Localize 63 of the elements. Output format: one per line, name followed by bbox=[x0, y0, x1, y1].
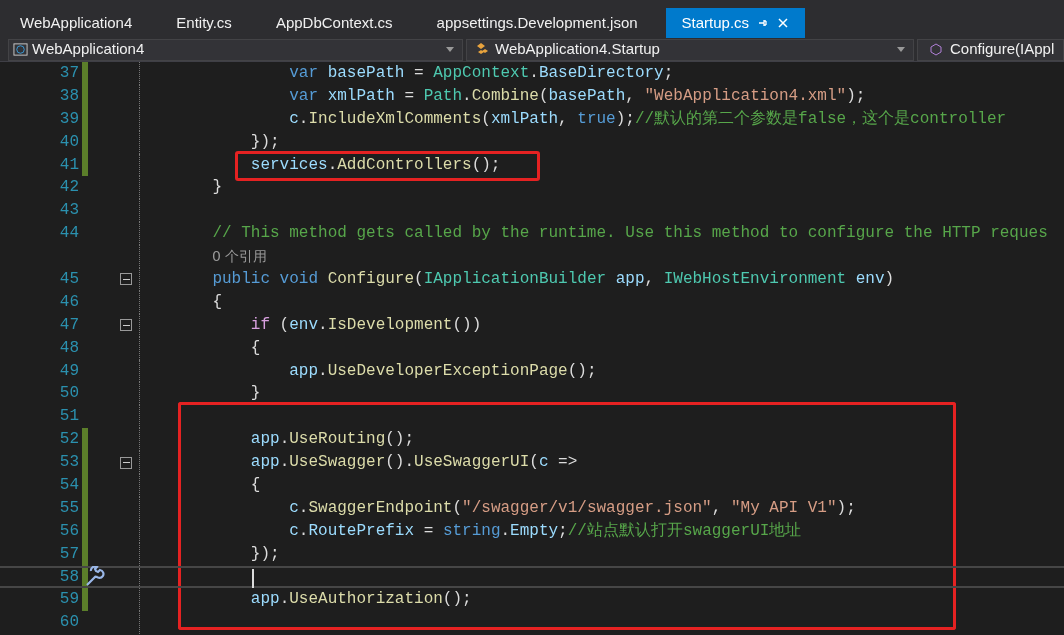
line-number: 52 bbox=[59, 429, 79, 451]
close-icon[interactable] bbox=[777, 17, 790, 29]
file-tab[interactable]: Entity.cs bbox=[160, 8, 248, 38]
line-number: 56 bbox=[59, 520, 79, 542]
code-line: app.UseRouting(); bbox=[249, 430, 415, 449]
code-line: { bbox=[249, 476, 261, 495]
code-line: public void Configure(IApplicationBuilder app, IWebHostEnvironment env) bbox=[211, 270, 895, 288]
line-number: 60 bbox=[59, 612, 79, 634]
line-number: 37 bbox=[59, 63, 79, 84]
code-line: var xmlPath = Path.Combine(basePath, "WebApplication4.xml"); bbox=[288, 86, 866, 105]
line-number: 51 bbox=[59, 406, 79, 428]
line-number: 50 bbox=[59, 383, 79, 405]
collapse-toggle[interactable] bbox=[120, 456, 132, 469]
line-number: 43 bbox=[59, 200, 79, 222]
line-number: 42 bbox=[59, 177, 79, 199]
code-line: } bbox=[249, 384, 261, 403]
member-dropdown[interactable]: Configure(IAppl bbox=[917, 38, 1064, 61]
line-number: 46 bbox=[59, 291, 79, 313]
line-number: 55 bbox=[59, 497, 79, 519]
wrench-icon[interactable] bbox=[84, 565, 106, 588]
reference-count[interactable]: 0 个引用 bbox=[174, 248, 268, 265]
code-line: // This method gets called by the runtime. Use this method to configure the HTTP reques bbox=[211, 224, 1048, 243]
code-line: { bbox=[211, 292, 222, 311]
line-number: 59 bbox=[59, 589, 79, 611]
dropdown-caret-icon bbox=[446, 47, 454, 52]
code-line: c.IncludeXmlComments(xmlPath, true);//默认的第二个参数是false，这个是controller bbox=[288, 109, 1007, 128]
globe-icon bbox=[13, 42, 28, 57]
project-dropdown[interactable]: WebApplication4 bbox=[8, 38, 463, 61]
code-line: app.UseSwagger().UseSwaggerUI(c => bbox=[249, 453, 578, 472]
file-tab[interactable]: AppDbContext.cs bbox=[259, 8, 409, 38]
line-number: 45 bbox=[59, 269, 79, 290]
line-number: 49 bbox=[59, 360, 79, 382]
line-number: 57 bbox=[59, 543, 79, 565]
code-line: c.SwaggerEndpoint("/swagger/v1/swagger.json", "My API V1"); bbox=[288, 498, 856, 517]
collapse-toggle[interactable] bbox=[120, 319, 132, 332]
line-number: 53 bbox=[59, 452, 79, 474]
method-cube-icon bbox=[930, 43, 942, 56]
line-number: 39 bbox=[59, 108, 79, 130]
class-dropdown[interactable]: WebApplication4.Startup bbox=[466, 38, 914, 61]
code-line: app.UseDeveloperExceptionPage(); bbox=[288, 361, 597, 380]
code-line: services.AddControllers(); bbox=[249, 155, 501, 174]
code-line: app.UseAuthorization(); bbox=[249, 590, 472, 609]
code-line: }); bbox=[249, 544, 280, 563]
code-line: } bbox=[211, 178, 222, 197]
line-number: 48 bbox=[59, 337, 79, 359]
line-number: 38 bbox=[59, 85, 79, 107]
line-number: 47 bbox=[59, 314, 79, 336]
collapse-toggle[interactable] bbox=[120, 273, 132, 286]
line-number: 54 bbox=[59, 475, 79, 497]
line-number: 40 bbox=[59, 131, 79, 153]
line-number: 58 bbox=[59, 566, 79, 588]
code-line: var basePath = AppContext.BaseDirectory; bbox=[288, 64, 674, 82]
pin-icon[interactable] bbox=[757, 17, 770, 29]
code-line: }); bbox=[249, 132, 280, 151]
file-tab[interactable]: appsettings.Development.json bbox=[420, 8, 654, 38]
file-tab[interactable]: WebApplication4 bbox=[4, 8, 149, 38]
code-line: c.RoutePrefix = string.Empty;//站点默认打开swaggerUI地址 bbox=[288, 521, 802, 540]
line-number: 41 bbox=[59, 154, 79, 176]
line-number: 44 bbox=[59, 223, 79, 245]
code-line: { bbox=[249, 338, 261, 357]
dropdown-caret-icon bbox=[897, 47, 905, 52]
code-line: if (env.IsDevelopment()) bbox=[249, 315, 482, 334]
file-tab[interactable]: Startup.cs bbox=[665, 8, 806, 38]
